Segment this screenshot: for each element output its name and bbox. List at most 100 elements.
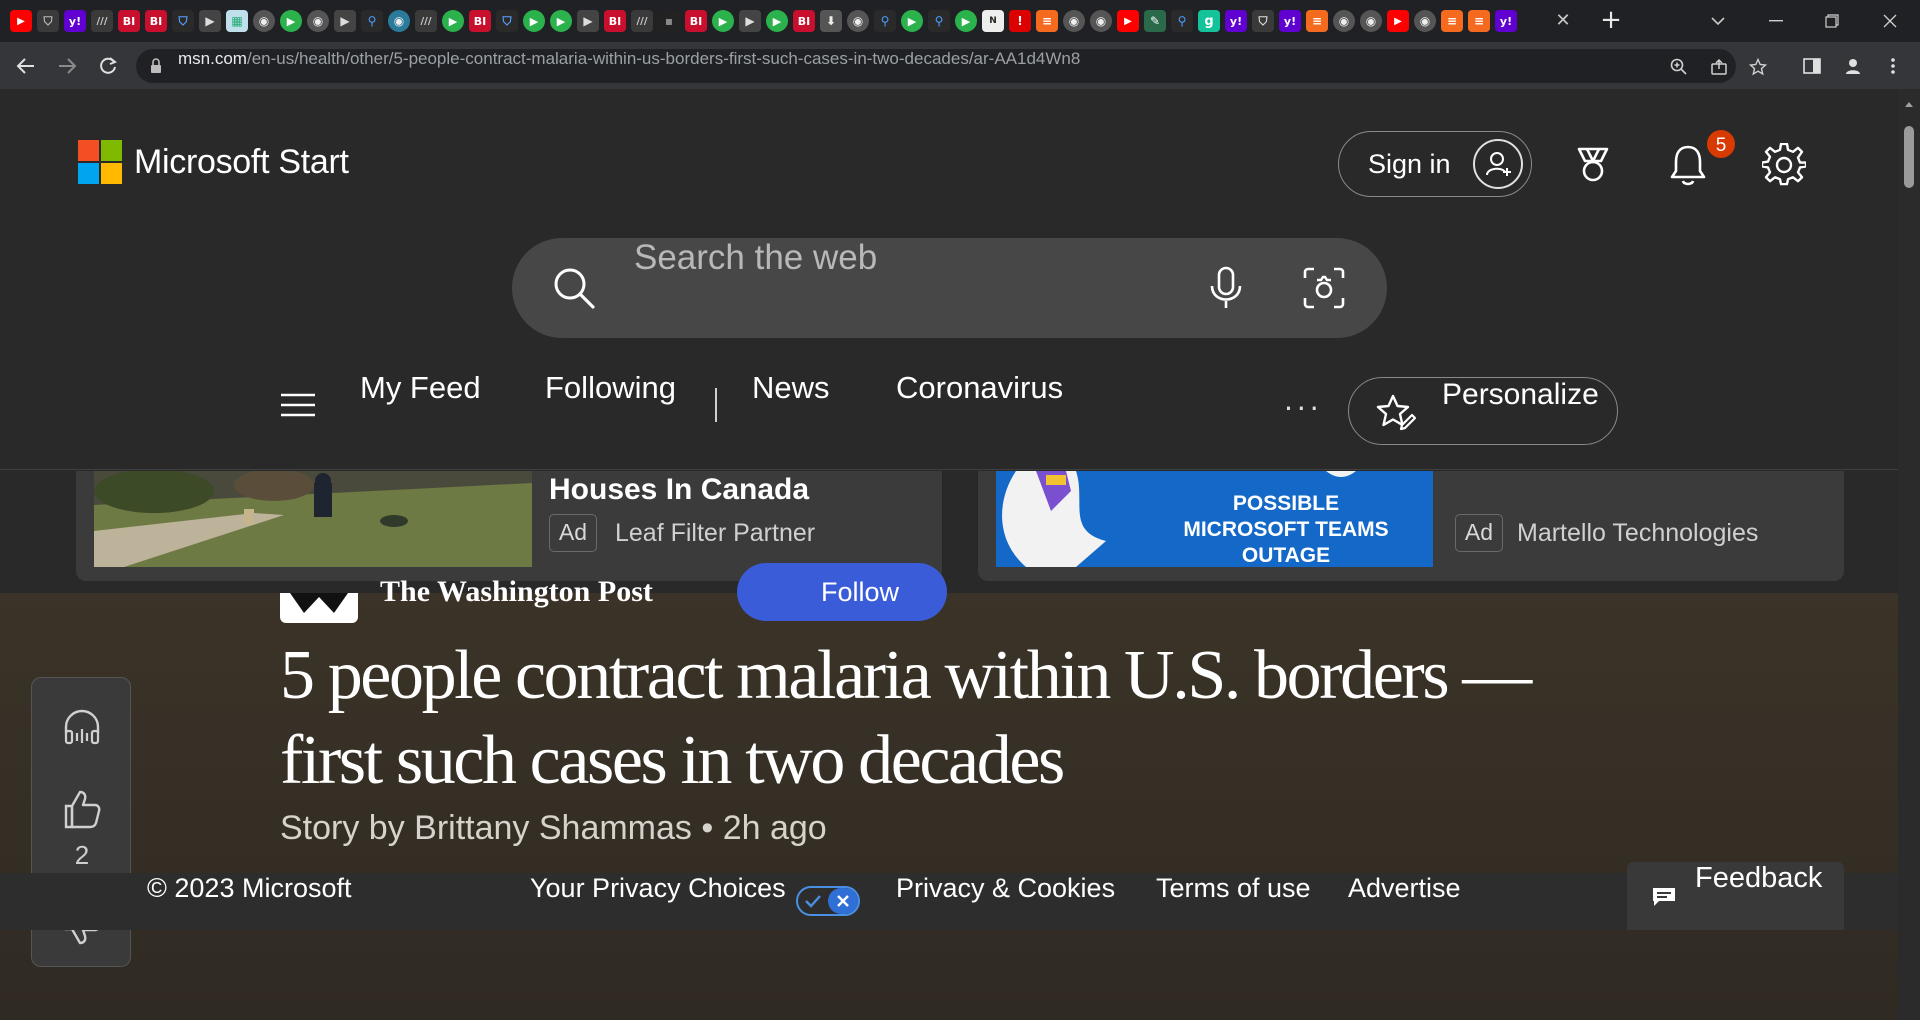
globe-tab-icon[interactable]: ◉ <box>388 10 410 32</box>
news-tab-icon[interactable]: N <box>982 10 1004 32</box>
thumbs-up-icon[interactable] <box>59 786 105 832</box>
play-tab-icon[interactable]: ▶ <box>550 10 572 32</box>
bookmark-tab-icon[interactable]: ≡ <box>1468 10 1490 32</box>
business-insider-tab-icon[interactable]: BI <box>118 10 140 32</box>
feedback-button[interactable]: Feedback <box>1627 862 1844 930</box>
yahoo-tab-icon[interactable]: y! <box>1279 10 1301 32</box>
yahoo-tab-icon[interactable]: y! <box>1225 10 1247 32</box>
globe-tab-icon[interactable]: ◉ <box>1090 10 1112 32</box>
play-tab-icon[interactable]: ▶ <box>955 10 977 32</box>
publisher-name[interactable]: The Washington Post <box>380 575 653 609</box>
ad-card-martello[interactable]: POSSIBLE MICROSOFT TEAMS OUTAGE Ad Martell… <box>978 471 1844 581</box>
shield-tab-icon[interactable]: ⛉ <box>1252 10 1274 32</box>
globe-tab-icon[interactable]: ◉ <box>1333 10 1355 32</box>
newspaper-tab-icon[interactable]: /// <box>415 10 437 32</box>
back-arrow-icon[interactable] <box>14 54 38 78</box>
hamburger-icon[interactable] <box>280 392 316 418</box>
shield-tab-icon[interactable]: ⛉ <box>37 10 59 32</box>
leaf-tab-icon[interactable]: ✎ <box>1144 10 1166 32</box>
advertise-link[interactable]: Advertise <box>1348 873 1461 904</box>
play-tab-icon[interactable]: ▶ <box>280 10 302 32</box>
yahoo-tab-icon[interactable]: y! <box>64 10 86 32</box>
business-insider-tab-icon[interactable]: BI <box>793 10 815 32</box>
flag-tab-icon[interactable]: ▶ <box>334 10 356 32</box>
follow-button[interactable]: Follow <box>737 563 947 621</box>
globe-tab-icon[interactable]: ◉ <box>307 10 329 32</box>
minimize-window-icon[interactable] <box>1748 0 1804 42</box>
more-menu-icon[interactable]: ··· <box>1284 392 1323 425</box>
map-tab-icon[interactable]: ▦ <box>226 10 248 32</box>
globe-tab-icon[interactable]: ◉ <box>1360 10 1382 32</box>
youtube-tab-icon[interactable]: ▶ <box>10 10 32 32</box>
youtube-tab-icon[interactable]: ▶ <box>1117 10 1139 32</box>
nav-item-my-feed[interactable]: My Feed <box>360 370 481 406</box>
flag-tab-icon[interactable]: ▶ <box>577 10 599 32</box>
brand-logo[interactable]: Microsoft Start <box>78 140 349 184</box>
close-window-icon[interactable] <box>1862 0 1918 42</box>
nav-item-following[interactable]: Following <box>545 370 676 406</box>
side-panel-icon[interactable] <box>1800 54 1824 78</box>
visual-search-icon[interactable] <box>1302 266 1346 314</box>
gear-icon[interactable] <box>1759 140 1809 190</box>
new-tab-button[interactable]: + <box>1596 6 1626 36</box>
privacy-choices-toggle-icon[interactable] <box>796 886 860 916</box>
share-icon[interactable] <box>1708 56 1730 78</box>
bookmark-tab-icon[interactable]: ≡ <box>1036 10 1058 32</box>
search-box[interactable]: Search the web <box>512 238 1387 338</box>
personalize-button[interactable]: Personalize <box>1348 377 1618 445</box>
blank-tab-icon[interactable]: ▪ <box>658 10 680 32</box>
shield-tab-icon[interactable]: ⛉ <box>496 10 518 32</box>
terms-of-use-link[interactable]: Terms of use <box>1156 873 1311 904</box>
flag-tab-icon[interactable]: ▶ <box>739 10 761 32</box>
restore-window-icon[interactable] <box>1804 0 1860 42</box>
forward-arrow-icon[interactable] <box>55 54 79 78</box>
search-input[interactable]: Search the web <box>634 238 877 278</box>
newspaper-tab-icon[interactable]: /// <box>91 10 113 32</box>
lock-icon[interactable] <box>150 58 162 78</box>
globe-tab-icon[interactable]: ◉ <box>847 10 869 32</box>
microphone-icon[interactable] <box>1207 266 1245 314</box>
play-tab-icon[interactable]: ▶ <box>766 10 788 32</box>
search-tab-icon[interactable]: ⚲ <box>1171 10 1193 32</box>
reload-icon[interactable] <box>96 54 120 78</box>
rewards-medal-icon[interactable] <box>1568 140 1618 190</box>
flag-tab-icon[interactable]: ▶ <box>199 10 221 32</box>
business-insider-tab-icon[interactable]: BI <box>604 10 626 32</box>
yahoo-tab-icon[interactable]: y! <box>1495 10 1517 32</box>
play-tab-icon[interactable]: ▶ <box>442 10 464 32</box>
browser-menu-icon[interactable] <box>1881 54 1905 78</box>
privacy-choices-link[interactable]: Your Privacy Choices <box>530 873 786 904</box>
search-tab-icon[interactable]: ⚲ <box>928 10 950 32</box>
search-tab-icon[interactable]: ⚲ <box>361 10 383 32</box>
page-scrollbar[interactable] <box>1898 90 1920 1020</box>
headphones-icon[interactable] <box>59 704 105 750</box>
privacy-cookies-link[interactable]: Privacy & Cookies <box>896 873 1115 904</box>
shield-tab-icon[interactable]: ⛉ <box>172 10 194 32</box>
scroll-up-arrow-icon[interactable] <box>1904 100 1914 110</box>
business-insider-tab-icon[interactable]: BI <box>145 10 167 32</box>
close-tab-icon[interactable]: ✕ <box>1549 7 1577 35</box>
nav-item-news[interactable]: News <box>752 370 830 406</box>
youtube-tab-icon[interactable]: ▶ <box>1387 10 1409 32</box>
download-tab-icon[interactable]: ⬇ <box>820 10 842 32</box>
sign-in-button[interactable]: Sign in <box>1338 131 1532 197</box>
globe-tab-icon[interactable]: ◉ <box>253 10 275 32</box>
alert-tab-icon[interactable]: ! <box>1009 10 1031 32</box>
globe-tab-icon[interactable]: ◉ <box>1063 10 1085 32</box>
tab-search-chevron-icon[interactable] <box>1690 0 1746 42</box>
bookmark-tab-icon[interactable]: ≡ <box>1441 10 1463 32</box>
play-tab-icon[interactable]: ▶ <box>712 10 734 32</box>
search-tab-icon[interactable]: ⚲ <box>874 10 896 32</box>
nav-item-coronavirus[interactable]: Coronavirus <box>896 370 1063 406</box>
business-insider-tab-icon[interactable]: BI <box>685 10 707 32</box>
zoom-icon[interactable] <box>1668 56 1690 78</box>
bookmark-star-icon[interactable] <box>1747 56 1769 78</box>
globe-tab-icon[interactable]: ◉ <box>1414 10 1436 32</box>
play-tab-icon[interactable]: ▶ <box>523 10 545 32</box>
play-tab-icon[interactable]: ▶ <box>901 10 923 32</box>
profile-icon[interactable] <box>1841 54 1865 78</box>
address-bar[interactable]: msn.com/en-us/health/other/5-people-cont… <box>136 49 1767 83</box>
newspaper-tab-icon[interactable]: /// <box>631 10 653 32</box>
ad-title[interactable]: Houses In Canada <box>549 473 809 507</box>
scroll-thumb[interactable] <box>1904 126 1914 188</box>
